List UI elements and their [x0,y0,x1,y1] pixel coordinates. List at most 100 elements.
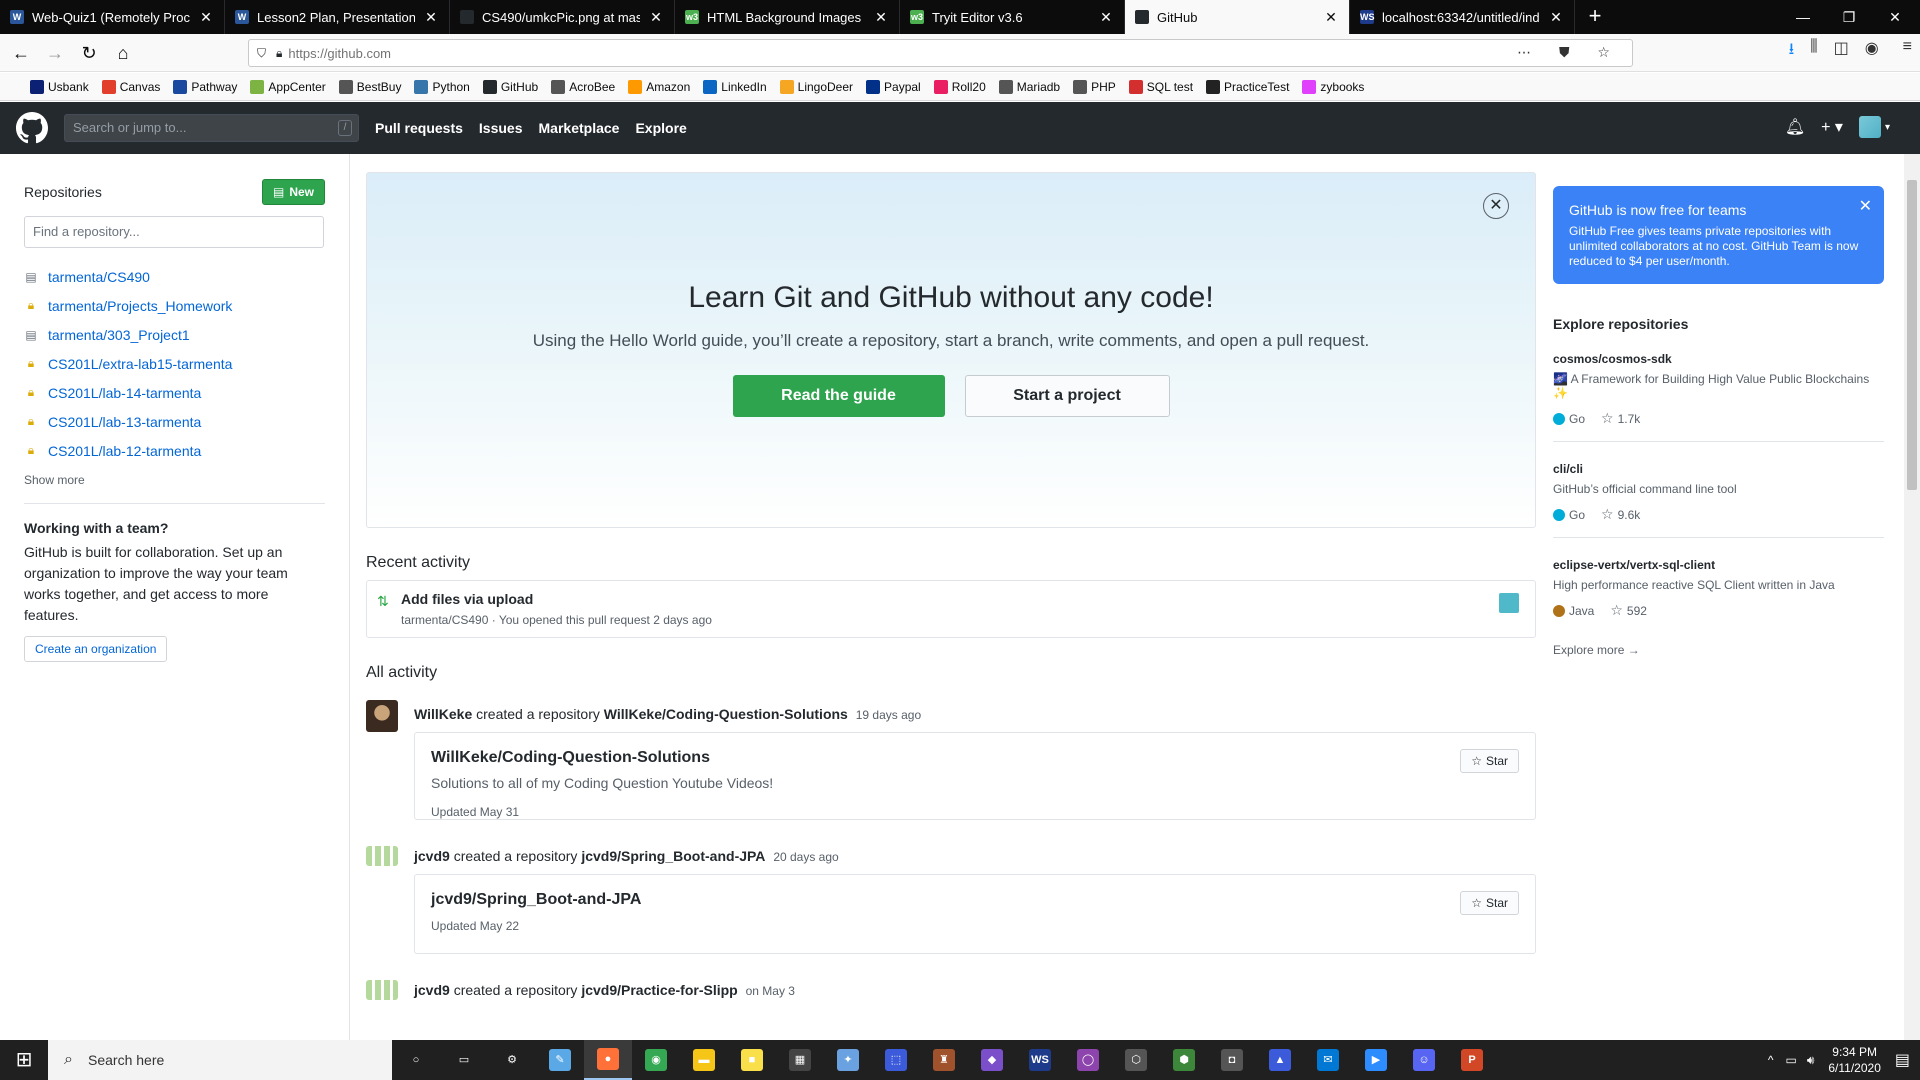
bookmark-item[interactable]: AcroBee [551,79,615,94]
minimize-window-button[interactable]: — [1780,0,1826,34]
url-bar[interactable]: ⛉ 🔒︎ https://github.com ⋯ ⛊ ☆ [248,39,1633,67]
close-tab-icon[interactable]: ✕ [423,9,439,26]
scrollbar-thumb[interactable] [1907,180,1917,490]
star-icon[interactable]: ☆ [1610,602,1623,619]
close-icon[interactable]: ✕ [1483,193,1509,219]
menu-icon[interactable]: ≡ [1903,38,1912,65]
create-organization-button[interactable]: Create an organization [24,636,168,662]
repo-list-item[interactable]: ▤ tarmenta/303_Project1 [24,320,325,349]
read-guide-button[interactable]: Read the guide [732,375,945,417]
taskbar-app[interactable]: ✉ [1304,1040,1352,1080]
star-count[interactable]: 9.6k [1618,508,1641,522]
card-repo-name[interactable]: jcvd9/Spring_Boot-and-JPA [431,891,1519,909]
bookmark-item[interactable]: Pathway [173,79,237,94]
star-count[interactable]: 592 [1627,604,1647,618]
github-logo-icon[interactable] [16,112,48,144]
taskbar-app[interactable]: P [1448,1040,1496,1080]
pr-title[interactable]: Add files via upload [401,591,1523,607]
bookmark-item[interactable]: SQL test [1128,79,1193,94]
star-icon[interactable]: ☆ [1601,506,1614,523]
explore-repo-name[interactable]: eclipse-vertx/vertx-sql-client [1553,558,1884,572]
free-for-teams-notice[interactable]: ✕ GitHub is now free for teams GitHub Fr… [1553,186,1884,284]
url-text[interactable]: https://github.com [288,46,391,61]
star-count[interactable]: 1.7k [1618,412,1641,426]
windows-start-icon[interactable]: ⊞ [0,1040,48,1080]
close-window-button[interactable]: ✕ [1872,0,1918,34]
bookmark-item[interactable]: PracticeTest [1206,79,1289,94]
repo-link[interactable]: CS201L/lab-12-tarmenta [48,443,201,459]
repo-link[interactable]: CS201L/lab-14-tarmenta [48,385,201,401]
taskbar-app[interactable]: ■ [728,1040,776,1080]
taskbar-app[interactable]: ◆ [968,1040,1016,1080]
forward-icon[interactable]: → [40,38,70,68]
close-tab-icon[interactable]: ✕ [1323,9,1339,26]
close-tab-icon[interactable]: ✕ [198,9,214,26]
repo-list-item[interactable]: 🔒︎ CS201L/extra-lab15-tarmenta [24,349,325,378]
taskbar-app[interactable]: ▲ [1256,1040,1304,1080]
taskbar-app[interactable]: ◘ [1208,1040,1256,1080]
explore-repo-name[interactable]: cli/cli [1553,462,1884,476]
taskbar-app[interactable]: WS [1016,1040,1064,1080]
find-repository-input[interactable]: Find a repository... [24,216,324,248]
repo-list-item[interactable]: 🔒︎ CS201L/lab-14-tarmenta [24,378,325,407]
close-icon[interactable]: ✕ [1859,196,1872,216]
browser-tab[interactable]: CS490/umkcPic.png at master ✕ [450,0,675,34]
library-icon[interactable]: ⫼ [1810,38,1817,65]
chevron-up-icon[interactable]: ^ [1768,1053,1774,1067]
feed-repo[interactable]: jcvd9/Spring_Boot-and-JPA [581,848,765,864]
taskbar-app[interactable]: ✎ [536,1040,584,1080]
card-repo-name[interactable]: WillKeke/Coding-Question-Solutions [431,749,1519,767]
home-icon[interactable]: ⌂ [108,38,138,68]
network-icon[interactable]: ▭ [1785,1053,1796,1067]
bookmark-item[interactable]: GitHub [482,79,538,94]
back-icon[interactable]: ← [6,38,36,68]
nav-pull-requests[interactable]: Pull requests [375,120,463,136]
taskbar-app[interactable]: ▬ [680,1040,728,1080]
browser-tab[interactable]: W Lesson2 Plan, Presentation, So ✕ [225,0,450,34]
github-search-input[interactable]: Search or jump to... / [64,114,359,142]
repo-link[interactable]: tarmenta/CS490 [48,269,150,285]
feed-user[interactable]: jcvd9 [414,848,450,864]
bookmark-item[interactable]: Usbank [30,79,89,94]
repo-list-item[interactable]: 🔒︎ CS201L/lab-12-tarmenta [24,436,325,465]
feed-user[interactable]: jcvd9 [414,982,450,998]
taskbar-app[interactable]: ● [584,1040,632,1080]
browser-tab[interactable]: w3 HTML Background Images ✕ [675,0,900,34]
start-project-button[interactable]: Start a project [964,375,1170,417]
account-icon[interactable]: ◉ [1865,38,1879,65]
page-actions-icon[interactable]: ⋯ ⛊ ☆ [1517,44,1622,61]
repo-list-item[interactable]: 🔒︎ tarmenta/Projects_Homework [24,291,325,320]
repo-link[interactable]: tarmenta/Projects_Homework [48,298,232,314]
repo-list-item[interactable]: 🔒︎ CS201L/lab-13-tarmenta [24,407,325,436]
taskbar-app[interactable]: ◉ [632,1040,680,1080]
bookmark-item[interactable]: BestBuy [338,79,401,94]
avatar[interactable] [366,700,398,732]
bookmark-item[interactable]: Roll20 [933,79,986,94]
user-menu[interactable]: ▾ [1858,116,1890,138]
bookmark-item[interactable]: LinkedIn [703,79,767,94]
close-tab-icon[interactable]: ✕ [1548,9,1564,26]
bookmark-item[interactable]: Python [414,79,470,94]
taskbar-app[interactable]: ♜ [920,1040,968,1080]
bookmark-item[interactable]: Mariadb [998,79,1060,94]
taskbar-app[interactable]: ◯ [1064,1040,1112,1080]
maximize-window-button[interactable]: ❐ [1826,0,1872,34]
taskbar-app[interactable]: ○ [392,1040,440,1080]
bookmark-item[interactable]: Amazon [628,79,690,94]
reload-icon[interactable]: ↻ [74,38,104,68]
bookmark-item[interactable]: zybooks [1302,79,1364,94]
nav-issues[interactable]: Issues [479,120,523,136]
feed-user[interactable]: WillKeke [414,706,472,722]
browser-tab[interactable]: WS localhost:63342/untitled/index ✕ [1350,0,1575,34]
nav-marketplace[interactable]: Marketplace [539,120,620,136]
notifications-icon[interactable]: ▤ [1895,1050,1910,1070]
taskbar-app[interactable]: ⬡ [1112,1040,1160,1080]
bookmark-item[interactable]: Paypal [866,79,921,94]
pr-repo[interactable]: tarmenta/CS490 [401,613,488,627]
clock[interactable]: 9:34 PM 6/11/2020 [1828,1044,1881,1076]
bookmark-item[interactable]: Canvas [101,79,160,94]
taskbar-app[interactable]: ☺ [1400,1040,1448,1080]
shield-icon[interactable]: ⛉ [257,46,266,61]
repo-link[interactable]: CS201L/lab-13-tarmenta [48,414,201,430]
taskbar-app[interactable]: ▦ [776,1040,824,1080]
